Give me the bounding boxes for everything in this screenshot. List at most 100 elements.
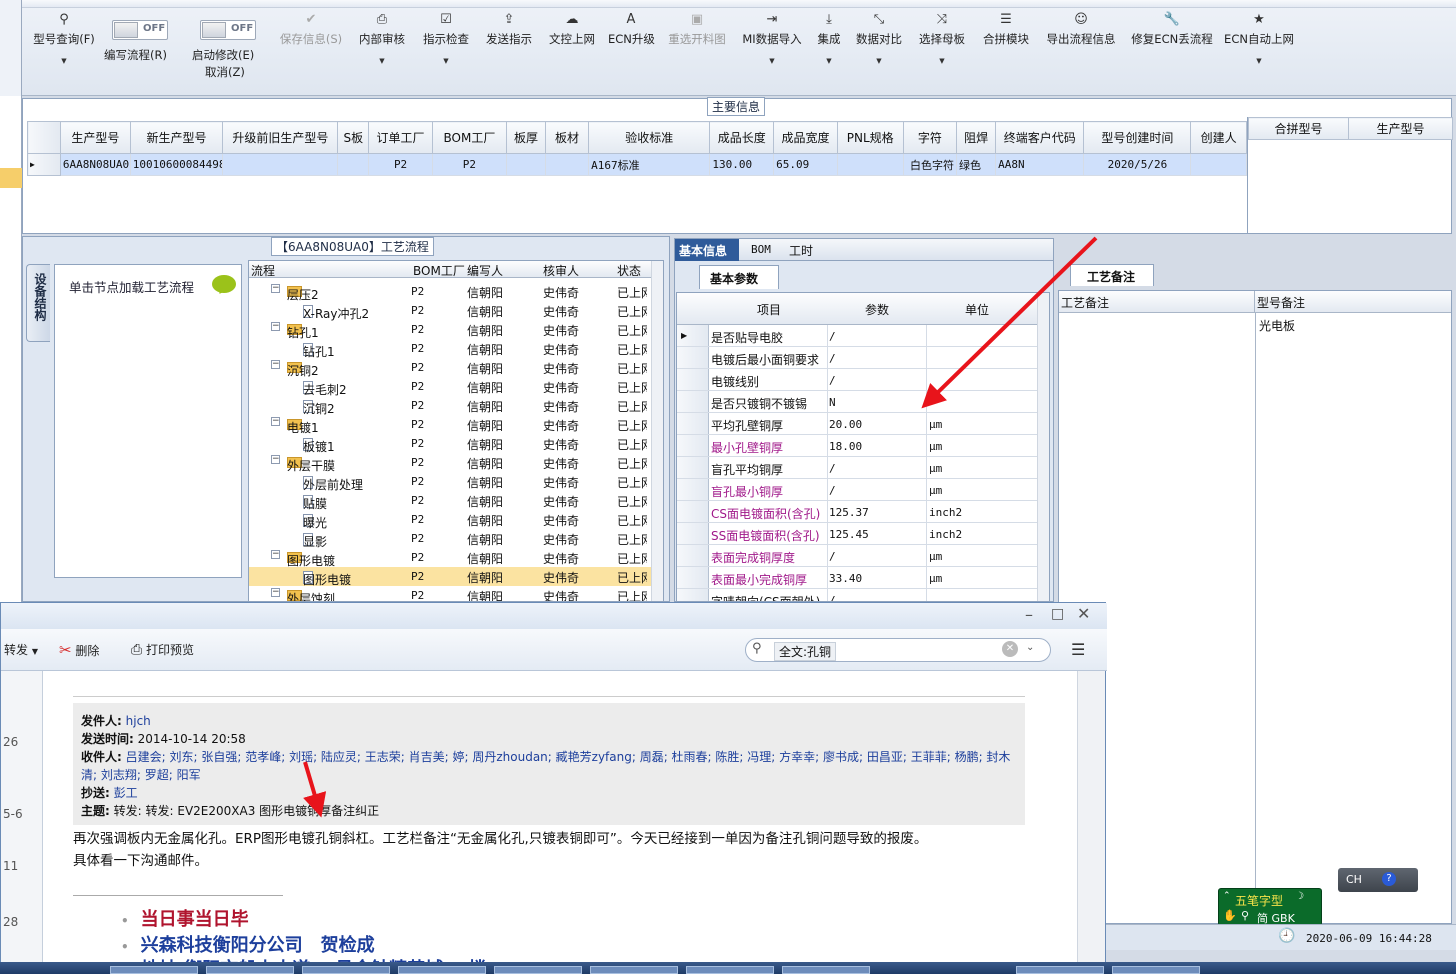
cell[interactable]: P2 (368, 153, 433, 176)
repair-ecn-process-button[interactable]: 🔧 修复ECN丢流程 (1130, 12, 1214, 47)
column-header[interactable]: 终端客户代码 (995, 121, 1085, 154)
collapse-icon[interactable]: − (271, 588, 280, 597)
param-row[interactable]: SS面电镀面积(含孔) 125.45 inch2 (677, 523, 1049, 545)
print-preview-button[interactable]: ⎙ 打印预览 (131, 641, 194, 658)
reselect-cutting-chart-button[interactable]: ▣ 重选开料图 (666, 12, 728, 47)
column-header[interactable]: 单位 (965, 301, 989, 318)
cell[interactable]: 白色字符 (902, 153, 958, 176)
ecn-auto-online-button[interactable]: ★ ECN自动上网 ▼ (1224, 12, 1294, 65)
param-row[interactable]: ▶ 是否贴导电胶 / (677, 325, 1049, 347)
clear-icon[interactable]: ✕ (1002, 641, 1018, 657)
tree-row[interactable]: −钻孔1P2信朝阳史伟奇已上网 (249, 320, 651, 340)
column-header[interactable]: 板材 (544, 121, 590, 154)
column-header[interactable]: 升级前旧生产型号 (222, 121, 339, 154)
param-row[interactable]: 表面完成铜厚度 / μm (677, 545, 1049, 567)
model-query-button[interactable]: ⚲ 型号查询(F) ▼ (28, 12, 100, 65)
list-view-icon[interactable]: ☰ (1071, 640, 1085, 659)
taskbar-item[interactable] (1112, 966, 1200, 974)
cell[interactable] (222, 153, 339, 176)
taskbar-item[interactable] (686, 966, 774, 974)
column-header[interactable]: 订单工厂 (368, 121, 433, 154)
column-header[interactable]: 字符 (902, 121, 958, 154)
cell[interactable] (836, 153, 904, 176)
tree-row[interactable]: 图形电镀P2信朝阳史伟奇已上网 (249, 567, 651, 587)
param-row[interactable]: 表面最小完成铜厚 33.40 μm (677, 567, 1049, 589)
model-remark-text[interactable]: 光电板 (1259, 317, 1295, 334)
column-header[interactable]: 创建人 (1190, 121, 1247, 154)
ecn-upgrade-button[interactable]: A ECN升级 (608, 12, 655, 47)
collapse-icon[interactable]: − (271, 360, 280, 369)
taskbar-item[interactable] (782, 966, 870, 974)
tab-basic-info[interactable]: 基本信息 (675, 239, 739, 261)
start-modify-toggle[interactable]: OFF (200, 20, 256, 40)
cancel-label[interactable]: 取消(Z) (205, 64, 245, 80)
taskbar-item[interactable] (590, 966, 678, 974)
integrate-button[interactable]: ⤓ 集成 ▼ (814, 12, 844, 65)
taskbar-item[interactable] (302, 966, 390, 974)
param-row[interactable]: 字唛朝向(CS面朝外) / (677, 589, 1049, 601)
column-header[interactable]: 成品宽度 (773, 121, 838, 154)
cell[interactable] (337, 153, 370, 176)
collapse-icon[interactable]: − (271, 322, 280, 331)
param-row[interactable]: 最小孔壁铜厚 18.00 μm (677, 435, 1049, 457)
chevron-down-icon[interactable]: ⌄ (1026, 642, 1034, 653)
process-remark-header[interactable]: 工艺备注 (1059, 291, 1255, 313)
column-header[interactable]: BOM工厂 (431, 121, 507, 154)
tree-row[interactable]: X-Ray冲孔2P2信朝阳史伟奇已上网 (249, 301, 651, 321)
model-remark-header[interactable]: 型号备注 (1255, 291, 1451, 313)
taskbar-item[interactable] (110, 966, 198, 974)
mi-data-import-button[interactable]: ⇥ MI数据导入 ▼ (740, 12, 804, 65)
tab-worktime[interactable]: 工时 (789, 242, 813, 259)
column-header[interactable]: 验收标准 (588, 121, 711, 154)
column-header[interactable]: 编写人 (467, 262, 503, 279)
tab-basic-params[interactable]: 基本参数 (699, 265, 779, 289)
write-process-toggle[interactable]: OFF (112, 20, 168, 40)
search-box[interactable]: ⚲ 全文:孔铜 ✕ ⌄ (745, 638, 1051, 662)
column-header[interactable]: BOM工厂 (413, 262, 465, 279)
tree-row[interactable]: −层压2P2信朝阳史伟奇已上网 (249, 282, 651, 302)
search-input[interactable]: 全文:孔铜 (774, 642, 837, 661)
cell[interactable]: 130.00 (709, 153, 775, 176)
data-compare-button[interactable]: ⤡ 数据对比 ▼ (854, 12, 904, 65)
collapse-icon[interactable]: − (271, 284, 280, 293)
column-header[interactable]: 核审人 (543, 262, 579, 279)
column-header[interactable]: 板厚 (505, 121, 546, 154)
column-header[interactable]: S板 (337, 121, 370, 154)
taskbar-item[interactable] (494, 966, 582, 974)
cell[interactable]: 65.09 (773, 153, 838, 176)
column-header[interactable]: 项目 (757, 301, 781, 318)
delete-button[interactable]: ✂ 删除 (59, 641, 99, 659)
param-row[interactable]: CS面电镀面积(含孔) 125.37 inch2 (677, 501, 1049, 523)
cell[interactable] (1190, 153, 1247, 176)
column-header[interactable]: 生产型号 (59, 121, 131, 154)
cell[interactable]: 10010600084498 (129, 153, 224, 176)
tree-row[interactable]: −图形电镀P2信朝阳史伟奇已上网 (249, 548, 651, 568)
export-process-info-button[interactable]: ☺ 导出流程信息 (1042, 12, 1120, 47)
column-header[interactable]: 流程 (251, 262, 275, 279)
param-row[interactable]: 平均孔壁铜厚 20.00 μm (677, 413, 1049, 435)
cell[interactable]: P2 (431, 153, 507, 176)
forward-button[interactable]: 转发 ▼ (4, 641, 38, 658)
column-header[interactable]: 阻焊 (956, 121, 997, 154)
column-header[interactable]: 型号创建时间 (1083, 121, 1192, 154)
ime-toolbar[interactable]: 五笔字型 ⌃ ☽ ✋ ⚲ 简 GBK (1218, 888, 1322, 926)
column-header[interactable]: 生产型号 (1348, 117, 1453, 140)
close-icon[interactable]: ✕ (1077, 604, 1090, 623)
tree-row[interactable]: 钻孔1P2信朝阳史伟奇已上网 (249, 339, 651, 359)
internal-review-button[interactable]: ⎙ 内部审核 ▼ (356, 12, 408, 65)
taskbar-item[interactable] (1016, 966, 1104, 974)
tree-row[interactable]: −沉铜2P2信朝阳史伟奇已上网 (249, 358, 651, 378)
cell[interactable] (544, 153, 590, 176)
email-scrollbar[interactable] (1077, 671, 1105, 974)
table-row[interactable]: ▶ 6AA8N08UA0 10010600084498 P2 P2 A167标准… (27, 153, 1247, 176)
column-header[interactable]: 新生产型号 (129, 121, 224, 154)
param-scrollbar[interactable] (1037, 293, 1049, 601)
taskbar-item[interactable] (398, 966, 486, 974)
param-row[interactable]: 盲孔最小铜厚 / μm (677, 479, 1049, 501)
tree-row[interactable]: 去毛刺2P2信朝阳史伟奇已上网 (249, 377, 651, 397)
cell[interactable] (505, 153, 546, 176)
column-header[interactable]: 合拼型号 (1248, 117, 1349, 140)
save-info-button[interactable]: ✔ 保存信息(S) (274, 12, 348, 47)
taskbar-item[interactable] (206, 966, 294, 974)
language-indicator[interactable]: CH ? (1338, 868, 1418, 892)
